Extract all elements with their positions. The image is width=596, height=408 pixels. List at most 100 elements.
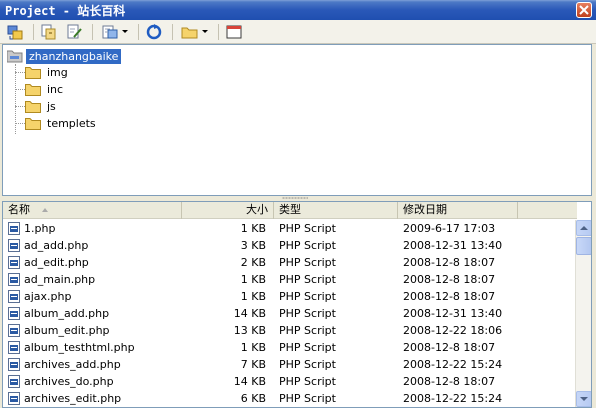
file-size: 6 KB (240, 392, 266, 405)
column-header-filler (518, 202, 577, 219)
file-date: 2008-12-22 15:24 (403, 358, 503, 371)
column-header-size[interactable]: 大小 (182, 202, 274, 219)
tree-connector (15, 105, 25, 107)
table-row[interactable]: album_edit.php 13 KB PHP Script 2008-12-… (3, 322, 577, 339)
column-header-date[interactable]: 修改日期 (398, 202, 518, 219)
tree-connector (15, 122, 25, 124)
column-header-label: 类型 (279, 203, 301, 216)
splitter-grip-icon (282, 197, 308, 199)
tree-item-templets[interactable]: templets (15, 115, 96, 131)
file-name: album_testhtml.php (24, 341, 135, 354)
file-size: 13 KB (233, 324, 266, 337)
table-row[interactable]: ad_main.php 1 KB PHP Script 2008-12-8 18… (3, 271, 577, 288)
file-date: 2008-12-22 18:06 (403, 324, 503, 337)
manage-icon (102, 25, 117, 38)
server-folder-icon (7, 50, 23, 63)
file-size: 1 KB (240, 341, 266, 354)
table-row[interactable]: archives_edit.php 6 KB PHP Script 2008-1… (3, 390, 577, 407)
file-name: album_add.php (24, 307, 110, 320)
file-type: PHP Script (279, 239, 336, 252)
expand-button[interactable] (223, 22, 245, 42)
scroll-up-button[interactable] (576, 220, 591, 236)
file-rows: 1.php 1 KB PHP Script 2009-6-17 17:03 ad… (3, 220, 577, 407)
php-file-icon (8, 222, 20, 235)
connect-button[interactable] (4, 22, 26, 42)
tree-root[interactable]: zhanzhangbaike (7, 48, 122, 64)
scroll-thumb[interactable] (576, 237, 591, 255)
scroll-down-button[interactable] (576, 391, 591, 407)
get-files-button[interactable] (38, 22, 60, 42)
file-date: 2008-12-31 13:40 (403, 307, 503, 320)
vertical-scrollbar[interactable] (575, 220, 591, 407)
php-file-icon (8, 392, 20, 405)
connect-icon (7, 25, 23, 39)
tree-item-label: js (47, 99, 56, 113)
column-header-name[interactable]: 名称 (3, 202, 182, 219)
file-type: PHP Script (279, 256, 336, 269)
file-list[interactable]: 名称 大小 类型 修改日期 1.php 1 KB PHP Script 2009… (2, 201, 592, 408)
manage-button[interactable] (97, 22, 131, 42)
table-row[interactable]: ajax.php 1 KB PHP Script 2008-12-8 18:07 (3, 288, 577, 305)
file-date: 2008-12-8 18:07 (403, 256, 496, 269)
file-type: PHP Script (279, 341, 336, 354)
tree-connector (15, 88, 25, 90)
check-out-button[interactable] (63, 22, 85, 42)
file-date: 2008-12-22 15:24 (403, 392, 503, 405)
tree-item-js[interactable]: js (15, 98, 56, 114)
folder-button[interactable] (177, 22, 211, 42)
title-bar: Project - 站长百科 (0, 0, 596, 20)
toolbar-separator (138, 23, 139, 40)
tree-connector (15, 71, 25, 73)
column-header-type[interactable]: 类型 (274, 202, 398, 219)
file-name: album_edit.php (24, 324, 110, 337)
folder-tree[interactable]: zhanzhangbaike img inc js templets (2, 44, 592, 196)
close-button[interactable] (576, 2, 592, 18)
toolbar-separator (172, 23, 173, 40)
tree-item-inc[interactable]: inc (15, 81, 63, 97)
file-name: ad_main.php (24, 273, 96, 286)
file-date: 2008-12-31 13:40 (403, 239, 503, 252)
tree-root-label: zhanzhangbaike (26, 48, 122, 64)
file-type: PHP Script (279, 222, 336, 235)
tree-item-label: inc (47, 82, 64, 96)
file-name: archives_do.php (24, 375, 114, 388)
file-type: PHP Script (279, 324, 336, 337)
file-size: 1 KB (240, 222, 266, 235)
table-row[interactable]: album_add.php 14 KB PHP Script 2008-12-3… (3, 305, 577, 322)
window-title: Project - 站长百科 (5, 3, 126, 18)
file-date: 2008-12-8 18:07 (403, 341, 496, 354)
file-date: 2008-12-8 18:07 (403, 290, 496, 303)
table-row[interactable]: ad_edit.php 2 KB PHP Script 2008-12-8 18… (3, 254, 577, 271)
file-size: 3 KB (240, 239, 266, 252)
file-type: PHP Script (279, 392, 336, 405)
toolbar-separator (218, 23, 219, 40)
folder-icon (25, 117, 41, 130)
file-name: ad_add.php (24, 239, 89, 252)
column-header-label: 修改日期 (403, 203, 447, 216)
file-name: ad_edit.php (24, 256, 89, 269)
php-file-icon (8, 273, 20, 286)
php-file-icon (8, 375, 20, 388)
table-row[interactable]: album_testhtml.php 1 KB PHP Script 2008-… (3, 339, 577, 356)
table-row[interactable]: archives_add.php 7 KB PHP Script 2008-12… (3, 356, 577, 373)
check-out-icon (67, 24, 82, 38)
tree-item-label: templets (47, 116, 96, 130)
file-date: 2008-12-8 18:07 (403, 375, 496, 388)
php-file-icon (8, 358, 20, 371)
file-size: 1 KB (240, 273, 266, 286)
file-name: archives_edit.php (24, 392, 122, 405)
table-row[interactable]: 1.php 1 KB PHP Script 2009-6-17 17:03 (3, 220, 577, 237)
php-file-icon (8, 307, 20, 320)
arrow-up-icon (580, 226, 588, 230)
toolbar (0, 20, 596, 44)
file-size: 7 KB (240, 358, 266, 371)
table-row[interactable]: ad_add.php 3 KB PHP Script 2008-12-31 13… (3, 237, 577, 254)
folder-icon (25, 83, 41, 96)
file-name: archives_add.php (24, 358, 121, 371)
refresh-button[interactable] (143, 22, 165, 42)
table-row[interactable]: archives_do.php 14 KB PHP Script 2008-12… (3, 373, 577, 390)
file-name: 1.php (24, 222, 56, 235)
tree-item-img[interactable]: img (15, 64, 68, 80)
folder-icon (25, 100, 41, 113)
chevron-down-icon (121, 30, 128, 33)
